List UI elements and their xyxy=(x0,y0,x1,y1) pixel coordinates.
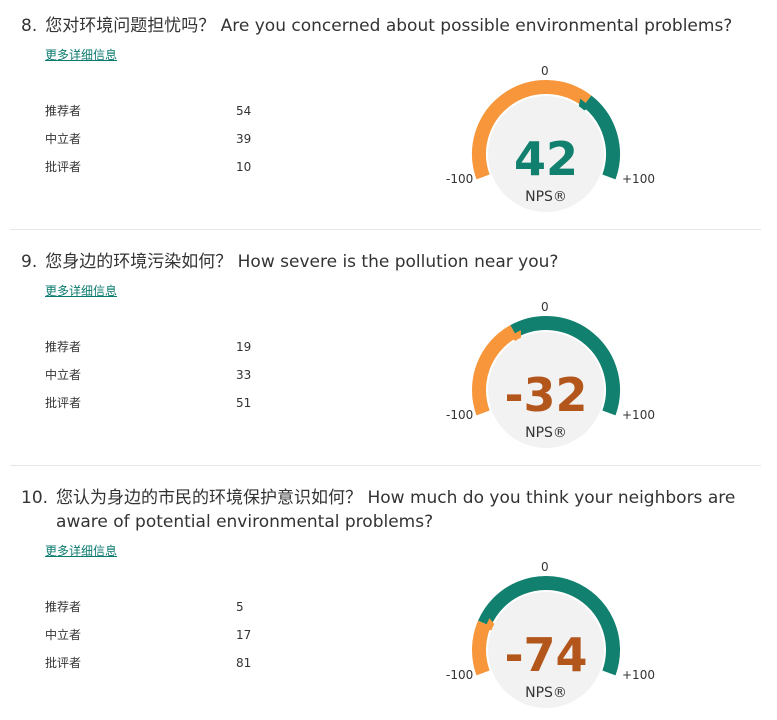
nps-label: NPS® xyxy=(525,685,567,701)
gauge-zero-label: 0 xyxy=(541,560,549,574)
gauge-min-label: -100 xyxy=(446,668,474,682)
more-details-link[interactable]: 更多详细信息 xyxy=(45,542,117,559)
passives-row: 中立者 17 xyxy=(45,626,305,644)
passives-label: 中立者 xyxy=(45,132,82,146)
promoters-count: 19 xyxy=(236,340,252,354)
promoters-row: 推荐者 5 xyxy=(45,598,305,616)
nps-score: -32 xyxy=(504,368,588,422)
question-title: 8. 您对环境问题担忧吗？ Are you concerned about po… xyxy=(21,14,761,38)
promoters-count: 5 xyxy=(236,600,244,614)
passives-row: 中立者 39 xyxy=(45,130,305,148)
gauge-min-label: -100 xyxy=(446,172,474,186)
passives-count: 17 xyxy=(236,628,252,642)
passives-label: 中立者 xyxy=(45,368,82,382)
gauge-zero-label: 0 xyxy=(541,64,549,78)
detractors-label: 批评者 xyxy=(45,396,82,410)
nps-score: -74 xyxy=(504,628,588,682)
passives-count: 39 xyxy=(236,132,252,146)
gauge-max-label: +100 xyxy=(622,172,655,186)
nps-gauge: 0 -100 +100 -32 NPS® xyxy=(440,300,660,460)
promoters-row: 推荐者 54 xyxy=(45,102,305,120)
question-number: 10. xyxy=(21,488,49,508)
question-title: 10. 您认为身边的市民的环境保护意识如何？ How much do you t… xyxy=(21,486,761,534)
divider xyxy=(10,465,761,466)
detractors-row: 批评者 81 xyxy=(45,654,305,672)
detractors-count: 51 xyxy=(236,396,252,410)
detractors-label: 批评者 xyxy=(45,160,82,174)
promoters-label: 推荐者 xyxy=(45,600,82,614)
promoters-label: 推荐者 xyxy=(45,340,82,354)
detractors-label: 批评者 xyxy=(45,656,82,670)
question-title: 9. 您身边的环境污染如何？ How severe is the polluti… xyxy=(21,250,761,274)
detractors-count: 10 xyxy=(236,160,252,174)
passives-count: 33 xyxy=(236,368,252,382)
gauge-max-label: +100 xyxy=(622,408,655,422)
question-number: 9. xyxy=(21,252,38,272)
promoters-label: 推荐者 xyxy=(45,104,82,118)
detractors-row: 批评者 51 xyxy=(45,394,305,412)
passives-row: 中立者 33 xyxy=(45,366,305,384)
gauge-min-label: -100 xyxy=(446,408,474,422)
nps-label: NPS® xyxy=(525,189,567,205)
passives-label: 中立者 xyxy=(45,628,82,642)
more-details-link[interactable]: 更多详细信息 xyxy=(45,46,117,63)
nps-label: NPS® xyxy=(525,425,567,441)
gauge-max-label: +100 xyxy=(622,668,655,682)
detractors-row: 批评者 10 xyxy=(45,158,305,176)
question-text: 您身边的环境污染如何？ How severe is the pollution … xyxy=(45,252,559,272)
nps-score: 42 xyxy=(513,132,578,186)
promoters-row: 推荐者 19 xyxy=(45,338,305,356)
question-number: 8. xyxy=(21,16,38,36)
more-details-link[interactable]: 更多详细信息 xyxy=(45,282,117,299)
question-text: 您对环境问题担忧吗？ Are you concerned about possi… xyxy=(45,16,733,36)
promoters-count: 54 xyxy=(236,104,252,118)
gauge-arc-detractor-side xyxy=(472,620,492,676)
detractors-count: 81 xyxy=(236,656,252,670)
gauge-zero-label: 0 xyxy=(541,300,549,314)
question-text: 您认为身边的市民的环境保护意识如何？ How much do you think… xyxy=(56,488,736,532)
divider xyxy=(10,229,761,230)
nps-gauge: 0 -100 +100 42 NPS® xyxy=(440,64,660,224)
nps-gauge: 0 -100 +100 -74 NPS® xyxy=(440,560,660,720)
